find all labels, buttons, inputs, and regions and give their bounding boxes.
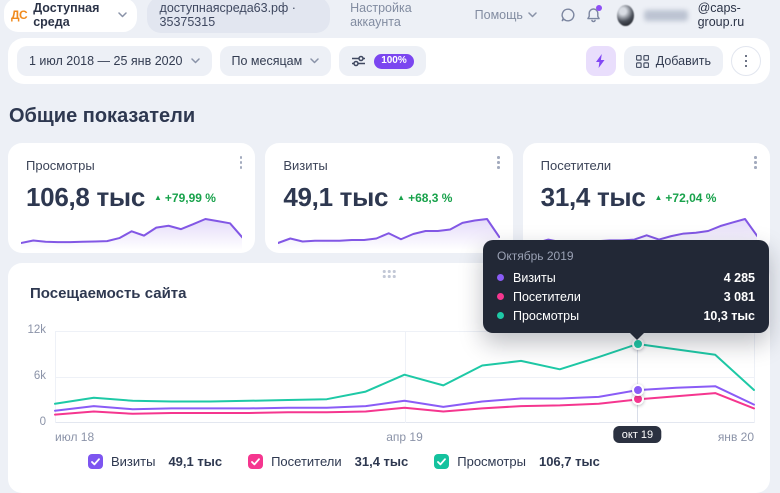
widgets-grid-icon	[636, 55, 649, 68]
legend-value: 106,7 тыс	[539, 454, 600, 469]
counter-favicon: ДС	[11, 8, 27, 22]
chart-legend: Визиты 49,1 тыс Посетители 31,4 тыс Прос…	[88, 454, 600, 469]
help-label: Помощь	[475, 8, 523, 22]
tooltip-row-visitors: Посетители 3 081	[497, 287, 755, 306]
account-settings-link[interactable]: Настройка аккаунта	[350, 1, 443, 29]
up-triangle-icon: ▲	[397, 194, 405, 202]
line-chart-plot[interactable]	[55, 331, 754, 423]
add-widget-label: Добавить	[656, 54, 711, 68]
metric-value: 49,1 тыс	[283, 182, 388, 213]
sampling-badge: 100%	[374, 54, 414, 69]
chart-title: Посещаемость сайта	[30, 285, 186, 302]
sparkline-visits	[278, 214, 499, 250]
legend-label: Визиты	[111, 454, 155, 469]
chevron-down-icon	[528, 12, 537, 18]
counter-name: Доступная среда	[33, 1, 111, 29]
up-triangle-icon: ▲	[654, 194, 662, 202]
series-dot-icon	[497, 312, 504, 319]
notification-dot	[596, 5, 602, 11]
avatar[interactable]	[617, 5, 634, 26]
metric-card-visitors[interactable]: Посетители 31,4 тыс ▲+72,04 %	[523, 143, 770, 253]
tooltip-row-pageviews: Просмотры 10,3 тыс	[497, 306, 755, 325]
legend-label: Просмотры	[457, 454, 526, 469]
x-tick: июл 18	[55, 430, 94, 444]
metric-title: Просмотры	[26, 158, 237, 173]
metric-delta: ▲+79,99 %	[154, 191, 216, 205]
lightning-icon	[595, 54, 606, 68]
summary-cards-row: Просмотры 106,8 тыс ▲+79,99 % Визиты 49,…	[8, 143, 770, 253]
metric-value: 31,4 тыс	[541, 182, 646, 213]
checkbox-checked-icon[interactable]	[248, 454, 263, 469]
x-axis: июл 18 апр 19 окт 19 янв 20	[55, 428, 754, 448]
filters-toolbar: 1 июл 2018 — 25 янв 2020 По месяцам 100%…	[8, 38, 770, 84]
y-tick: 6k	[8, 370, 46, 382]
legend-label: Посетители	[271, 454, 342, 469]
metric-value: 106,8 тыс	[26, 182, 145, 213]
tooltip-row-visits: Визиты 4 285	[497, 268, 755, 287]
legend-item-visits[interactable]: Визиты 49,1 тыс	[88, 454, 222, 469]
top-bar: ДС Доступная среда доступнаясреда63.рф ·…	[0, 0, 780, 30]
up-triangle-icon: ▲	[154, 194, 162, 202]
metric-delta: ▲+72,04 %	[654, 191, 716, 205]
hover-point-Визиты	[632, 384, 644, 396]
chart-tooltip: Октябрь 2019 Визиты 4 285 Посетители 3 0…	[483, 240, 769, 333]
card-menu-icon[interactable]	[497, 156, 500, 169]
legend-value: 31,4 тыс	[355, 454, 409, 469]
metric-delta: ▲+68,3 %	[397, 191, 452, 205]
date-range-picker[interactable]: 1 июл 2018 — 25 янв 2020	[17, 46, 212, 76]
series-line-Посетители	[55, 393, 754, 415]
y-tick: 0	[8, 416, 46, 428]
series-dot-icon	[497, 274, 504, 281]
date-range-label: 1 июл 2018 — 25 янв 2020	[29, 54, 183, 68]
card-menu-icon[interactable]	[240, 156, 243, 169]
page-title: Общие показатели	[9, 105, 780, 128]
chat-icon[interactable]	[560, 7, 576, 23]
sliders-icon	[351, 54, 366, 68]
add-widget-button[interactable]: Добавить	[624, 46, 723, 76]
legend-item-pageviews[interactable]: Просмотры 106,7 тыс	[434, 454, 600, 469]
sampling-settings[interactable]: 100%	[339, 46, 426, 76]
quick-actions-button[interactable]	[586, 46, 616, 76]
chevron-down-icon	[191, 58, 200, 64]
user-name-redacted	[644, 10, 688, 21]
metric-title: Визиты	[283, 158, 494, 173]
card-menu-icon[interactable]	[754, 156, 757, 169]
site-and-counter-id[interactable]: доступнаясреда63.рф · 35375315	[147, 0, 331, 33]
dashboard-menu-button[interactable]	[731, 46, 761, 76]
tooltip-date: Октябрь 2019	[497, 249, 755, 263]
x-tick: апр 19	[386, 430, 423, 444]
grouping-label: По месяцам	[232, 54, 303, 68]
series-line-Просмотры	[55, 344, 754, 404]
checkbox-checked-icon[interactable]	[434, 454, 449, 469]
drag-handle-icon[interactable]	[383, 270, 396, 278]
counter-switcher[interactable]: ДС Доступная среда	[4, 0, 137, 32]
notifications-bell-icon[interactable]	[586, 7, 601, 23]
checkbox-checked-icon[interactable]	[88, 454, 103, 469]
legend-value: 49,1 тыс	[168, 454, 222, 469]
metric-card-visits[interactable]: Визиты 49,1 тыс ▲+68,3 %	[265, 143, 512, 253]
sparkline-pageviews	[21, 214, 242, 250]
x-tick: янв 20	[718, 430, 754, 444]
metric-title: Посетители	[541, 158, 752, 173]
x-tick-active: окт 19	[614, 426, 661, 443]
grouping-select[interactable]: По месяцам	[220, 46, 332, 76]
chevron-down-icon	[118, 12, 127, 18]
chevron-down-icon	[310, 58, 319, 64]
legend-item-visitors[interactable]: Посетители 31,4 тыс	[248, 454, 408, 469]
series-dot-icon	[497, 293, 504, 300]
metric-card-pageviews[interactable]: Просмотры 106,8 тыс ▲+79,99 %	[8, 143, 255, 253]
user-domain: @caps-group.ru	[698, 1, 770, 29]
help-menu[interactable]: Помощь	[475, 8, 537, 22]
y-tick: 12k	[8, 324, 46, 336]
